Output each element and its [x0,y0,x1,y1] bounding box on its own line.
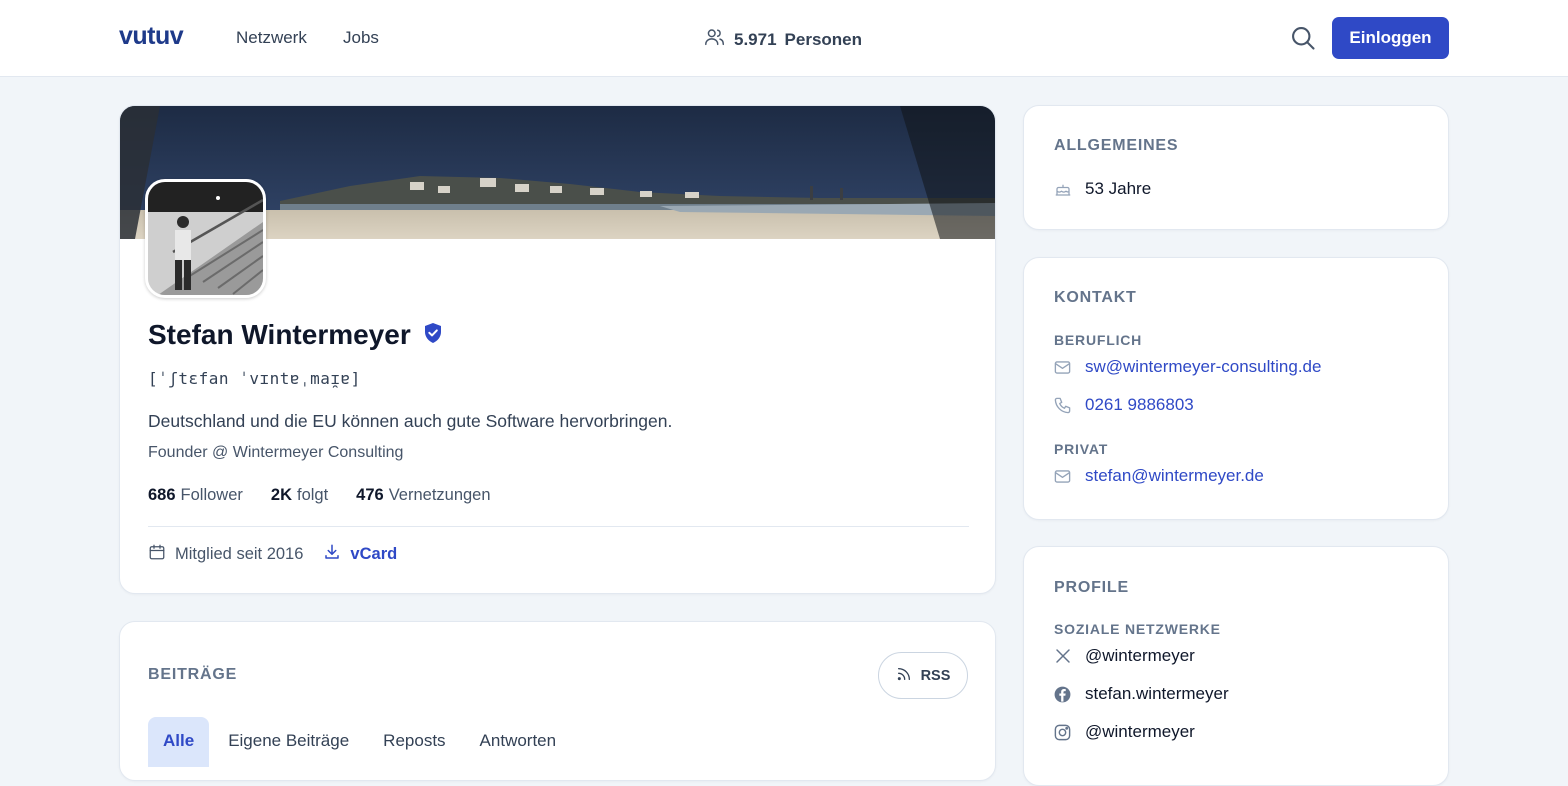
contact-section-title: KONTAKT [1054,289,1137,306]
rss-button[interactable]: RSS [878,652,968,699]
mail-icon [1053,467,1072,486]
social-profile-x[interactable]: @wintermeyer [1053,646,1195,666]
verified-badge-icon [423,322,443,349]
tab-alle[interactable]: Alle [148,717,210,767]
divider [148,526,969,527]
users-icon [703,26,726,53]
posts-section-title: BEITRÄGE [148,666,238,683]
general-section-title: ALLGEMEINES [1054,137,1179,154]
work-phone-row: 0261 9886803 [1053,395,1194,415]
work-phone-link[interactable]: 0261 9886803 [1085,395,1194,415]
tab-antworten[interactable]: Antworten [465,717,572,767]
x-logo-icon [1053,647,1072,666]
social-profile-facebook[interactable]: stefan.wintermeyer [1053,684,1229,704]
people-count[interactable]: 5.971 Personen [703,26,862,53]
profile-bio: Deutschland und die EU können auch gute … [148,411,673,431]
profiles-section-title: PROFILE [1054,579,1129,596]
top-navigation-bar: vutuv Netzwerk Jobs 5.971 Personen Einlo… [0,0,1568,77]
download-icon [323,543,341,566]
work-email-link[interactable]: sw@wintermeyer-consulting.de [1085,357,1321,377]
site-logo[interactable]: vutuv [119,22,184,51]
nav-link-jobs[interactable]: Jobs [343,28,379,48]
phone-icon [1053,396,1072,415]
general-card: ALLGEMEINES 53 Jahre [1023,105,1449,230]
vcard-download-link[interactable]: vCard [323,543,397,566]
login-button[interactable]: Einloggen [1332,17,1449,59]
nav-link-netzwerk[interactable]: Netzwerk [236,28,307,48]
private-contact-label: PRIVAT [1054,441,1109,457]
age-row: 53 Jahre [1053,179,1151,199]
profile-headline: Founder @ Wintermeyer Consulting [148,444,404,461]
calendar-icon [148,543,166,566]
profile-avatar[interactable] [145,179,266,298]
name-pronunciation: [ˈʃtɛfan ˈvɪntɐˌmaɪ̯ɐ] [148,369,361,388]
age-value: 53 Jahre [1085,179,1152,198]
contact-card: KONTAKT BERUFLICH sw@wintermeyer-consult… [1023,257,1449,520]
tab-reposts[interactable]: Reposts [368,717,460,767]
work-email-row: sw@wintermeyer-consulting.de [1053,357,1321,377]
connections-stat[interactable]: 476 Vernetzungen [356,486,490,505]
tab-eigene-beitraege[interactable]: Eigene Beiträge [213,717,364,767]
followers-stat[interactable]: 686 Follower [148,486,243,505]
mail-icon [1053,358,1072,377]
following-stat[interactable]: 2K folgt [271,486,328,505]
private-email-link[interactable]: stefan@wintermeyer.de [1085,466,1264,486]
instagram-icon [1053,723,1072,742]
posts-card: BEITRÄGE RSS Alle Eigene Beiträge Repost… [119,621,996,781]
profile-name-row: Stefan Wintermeyer [148,319,443,351]
profile-stats: 686 Follower 2K folgt 476 Vernetzungen [148,486,491,505]
profiles-card: PROFILE SOZIALE NETZWERKE @wintermeyer s… [1023,546,1449,786]
profile-name: Stefan Wintermeyer [148,319,411,350]
social-networks-label: SOZIALE NETZWERKE [1054,621,1221,637]
rss-icon [896,666,912,686]
facebook-icon [1053,685,1072,704]
work-contact-label: BERUFLICH [1054,332,1143,348]
profile-card: Stefan Wintermeyer [ˈʃtɛfan ˈvɪntɐˌmaɪ̯ɐ… [119,105,996,594]
profile-meta-row: Mitglied seit 2016 vCard [148,543,397,566]
people-count-label: Personen [784,29,863,49]
member-since: Mitglied seit 2016 [148,543,303,566]
search-icon[interactable] [1289,24,1317,52]
social-profile-instagram[interactable]: @wintermeyer [1053,722,1195,742]
people-count-number: 5.971 [734,29,777,49]
posts-tabs: Alle Eigene Beiträge Reposts Antworten [148,717,571,767]
birthday-cake-icon [1053,180,1072,199]
private-email-row: stefan@wintermeyer.de [1053,466,1264,486]
